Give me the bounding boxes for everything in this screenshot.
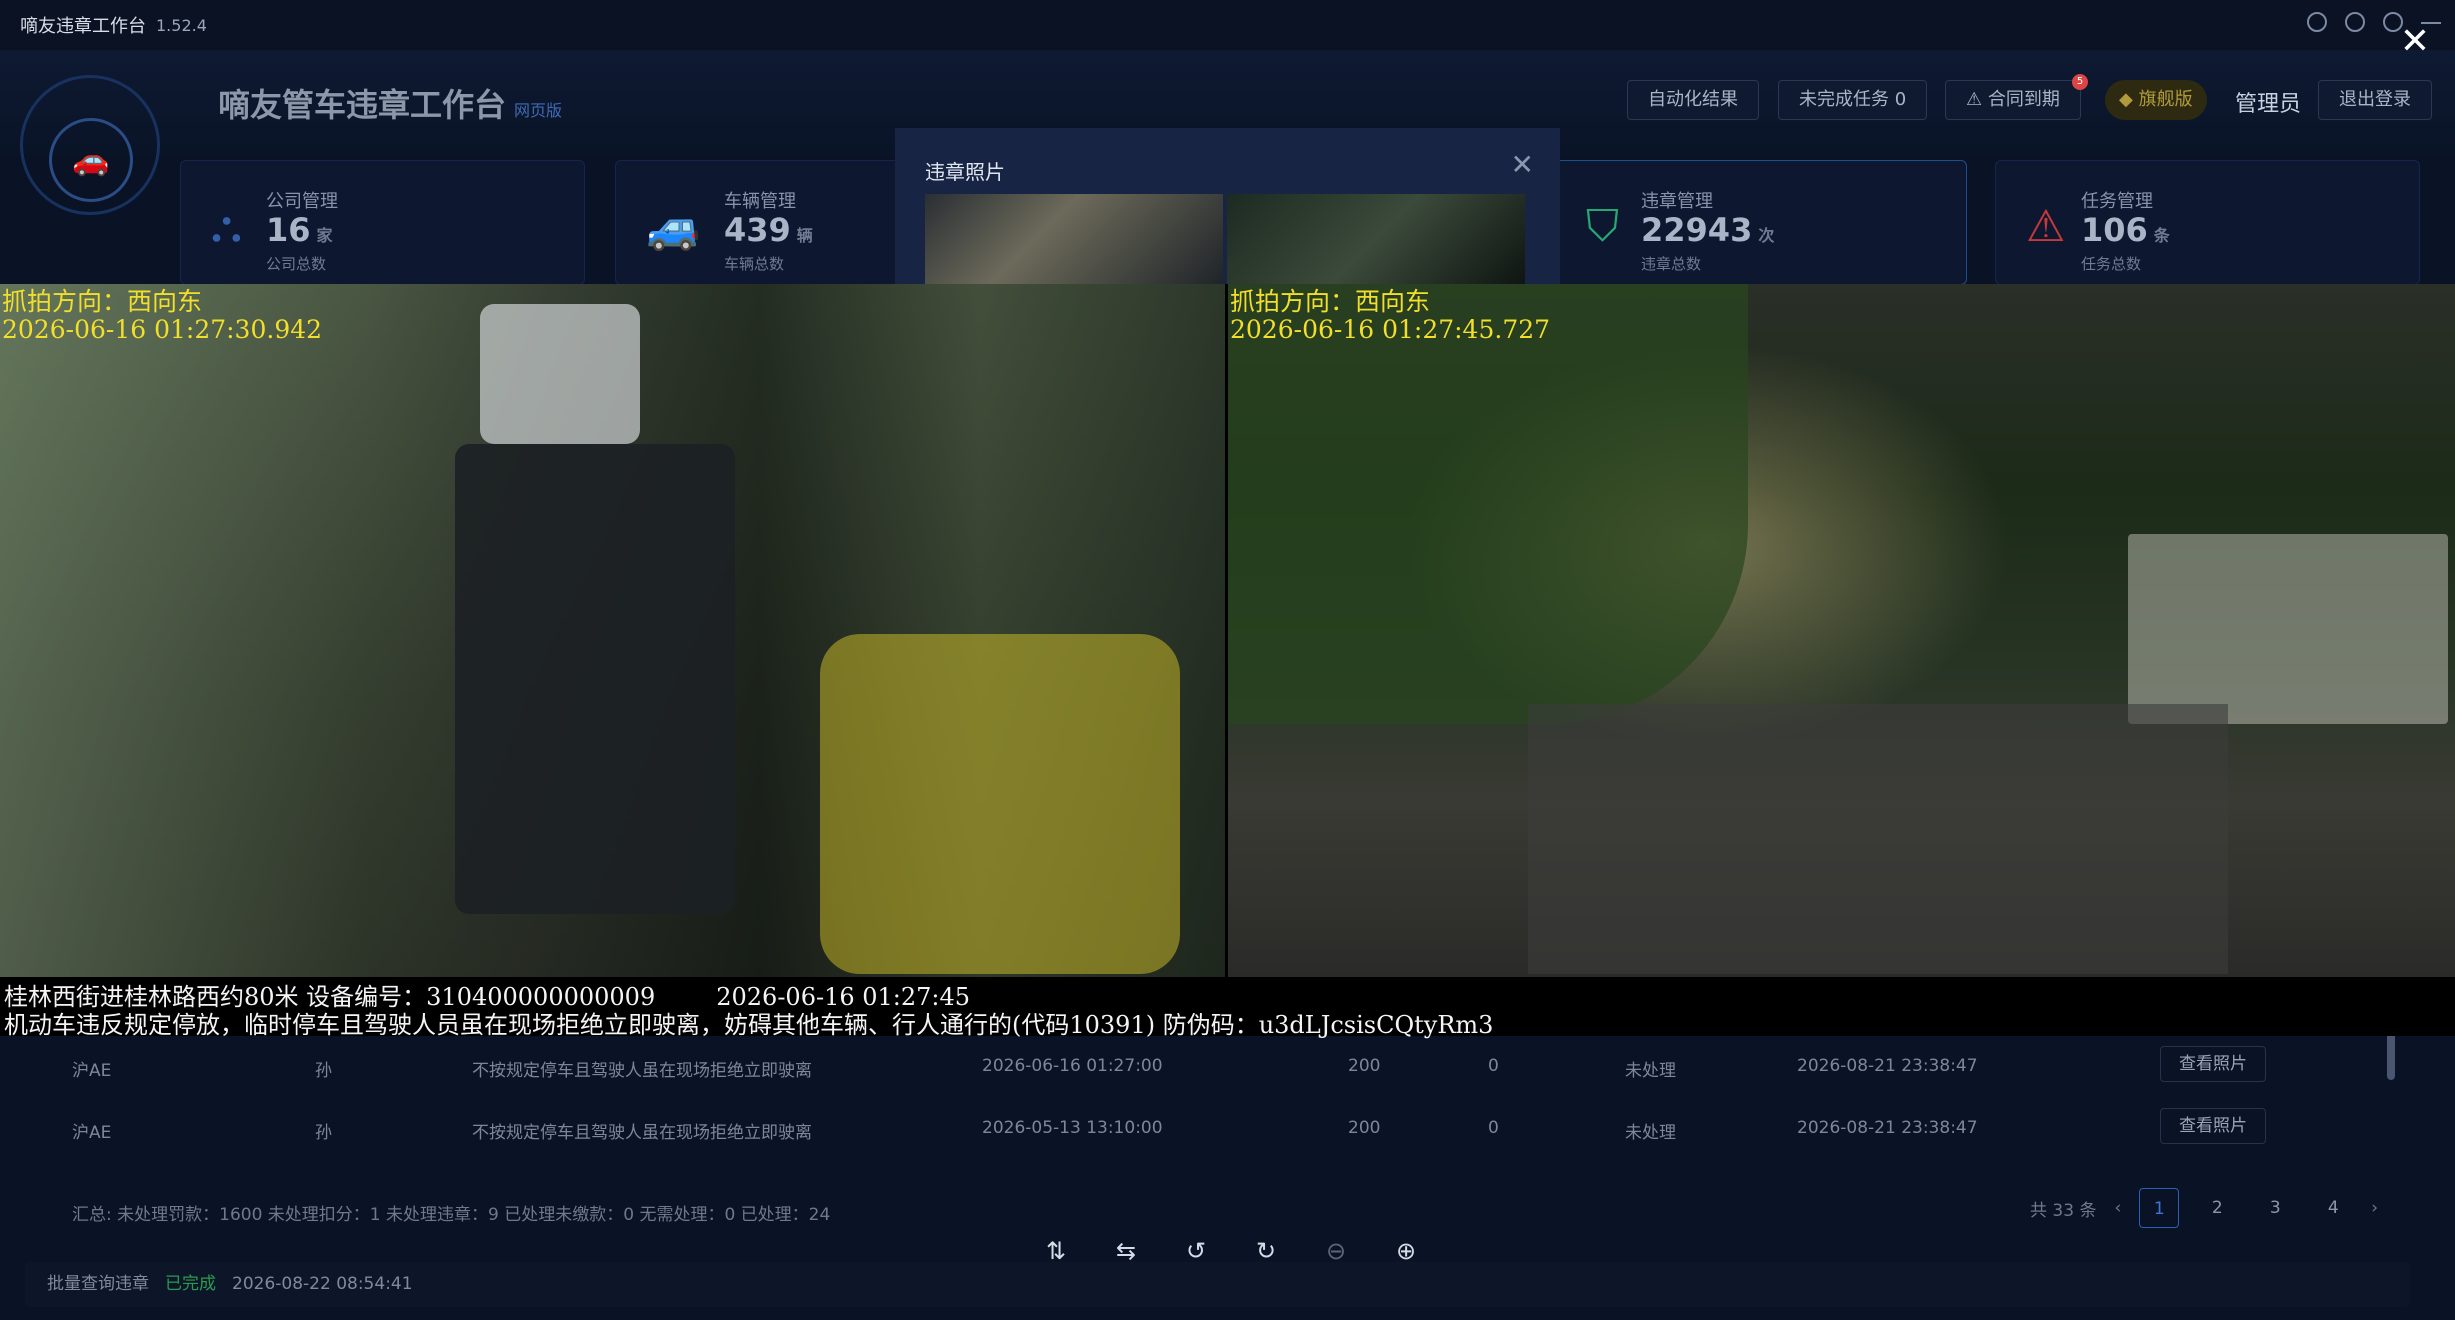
prev-page-icon[interactable]: ‹ <box>2114 1198 2121 1218</box>
page-2[interactable]: 2 <box>2197 1188 2237 1228</box>
shield-icon: ⛉ <box>1586 201 1619 252</box>
app-title: 嘀友违章工作台 <box>20 16 146 37</box>
capture-direction-left: 抓拍方向：西向东 <box>2 287 203 316</box>
automation-results-button[interactable]: 自动化结果 <box>1627 80 1759 120</box>
table-row: 沪AE 孙 不按规定停车且驾驶人虽在现场拒绝立即驶离 2026-06-16 01… <box>25 1036 2385 1096</box>
road-shape <box>1528 704 2228 974</box>
summary-line: 汇总: 未处理罚款：1600 未处理扣分：1 未处理违章：9 已处理未缴款：0 … <box>72 1205 831 1225</box>
unfinished-tasks-button[interactable]: 未完成任务 0 <box>1778 80 1928 120</box>
caption-location-line: 桂林西街进桂林路西约80米 设备编号：310400000000009 2026-… <box>4 983 971 1011</box>
capture-direction-right: 抓拍方向：西向东 <box>1230 287 1431 316</box>
page-1[interactable]: 1 <box>2139 1188 2180 1228</box>
view-photo-button[interactable]: 查看照片 <box>2160 1046 2266 1082</box>
capture-time-right: 2026-06-16 01:27:45.727 <box>1230 315 1551 344</box>
app-version: 1.52.4 <box>156 15 207 35</box>
dialog-title: 违章照片 <box>925 160 1005 184</box>
tree-shape <box>1228 284 1748 724</box>
task-status-bar: 批量查询违章 已完成 2026-08-22 08:54:41 <box>25 1262 2410 1307</box>
car-logo-icon: 🚗 <box>49 118 133 202</box>
view-photo-button[interactable]: 查看照片 <box>2160 1108 2266 1144</box>
page-3[interactable]: 3 <box>2255 1188 2295 1228</box>
photo-viewer: 抓拍方向：西向东 2026-06-16 01:27:30.942 抓拍方向：西向… <box>0 284 2455 1039</box>
task-time: 2026-08-22 08:54:41 <box>232 1274 413 1294</box>
task-name: 批量查询违章 <box>47 1274 149 1294</box>
photo-thumbnail[interactable] <box>1227 194 1525 284</box>
parked-car-shape <box>480 304 640 444</box>
zoom-out-icon[interactable]: ⊖ <box>1320 1235 1352 1267</box>
task-status: 已完成 <box>165 1274 216 1294</box>
violation-table: 沪AE 孙 不按规定停车且驾驶人虽在现场拒绝立即驶离 2026-06-16 01… <box>25 1036 2410 1171</box>
viewer-close-icon[interactable]: ✕ <box>2395 22 2435 62</box>
stat-card-company[interactable]: ⛬ 公司管理 16 家 公司总数 <box>180 160 585 285</box>
title-bar: 嘀友违章工作台 1.52.4 <box>0 0 2455 50</box>
next-page-icon[interactable]: › <box>2371 1198 2378 1218</box>
capture-time-left: 2026-06-16 01:27:30.942 <box>2 315 323 344</box>
violation-photo-left: 抓拍方向：西向东 2026-06-16 01:27:30.942 <box>0 284 1225 977</box>
bicycles-shape <box>820 634 1180 974</box>
violation-photo-dialog: 违章照片 ✕ <box>895 128 1560 288</box>
diamond-icon: ◆ <box>2119 89 2133 110</box>
app-window: 嘀友违章工作台 1.52.4 🚗 嘀友管车违章工作台 网页版 自动化结果 未完成任… <box>0 0 2455 1320</box>
page-title: 嘀友管车违章工作台 网页版 <box>218 86 563 124</box>
table-scrollbar[interactable] <box>2385 1030 2397 1170</box>
flip-horizontal-icon[interactable]: ⇆ <box>1110 1235 1142 1267</box>
page-4[interactable]: 4 <box>2313 1188 2353 1228</box>
web-badge: 网页版 <box>514 101 563 120</box>
flip-vertical-icon[interactable]: ⇅ <box>1040 1235 1072 1267</box>
parked-car-shape <box>455 444 735 914</box>
flagship-badge: ◆ 旗舰版 <box>2105 80 2207 120</box>
company-icon: ⛬ <box>211 201 242 252</box>
logo: 🚗 <box>20 75 160 215</box>
rotate-right-icon[interactable]: ↻ <box>1250 1235 1282 1267</box>
violation-photo-right: 抓拍方向：西向东 2026-06-16 01:27:45.727 <box>1228 284 2455 977</box>
alert-icon: ⚠ <box>1966 89 1988 110</box>
pagination: 共 33 条 ‹ 1 2 3 4 › <box>2030 1188 2378 1228</box>
admin-label[interactable]: 管理员 <box>2235 86 2301 118</box>
contract-badge: 5 <box>2072 74 2088 90</box>
total-count: 共 33 条 <box>2030 1200 2097 1221</box>
warning-icon: ⚠ <box>2026 201 2066 252</box>
table-row: 沪AE 孙 不按规定停车且驾驶人虽在现场拒绝立即驶离 2026-05-13 13… <box>25 1098 2385 1158</box>
photo-caption: 桂林西街进桂林路西约80米 设备编号：310400000000009 2026-… <box>0 977 2455 1039</box>
chat-icon[interactable] <box>2345 12 2365 32</box>
contract-expiry-button[interactable]: ⚠ 合同到期 <box>1945 80 2081 120</box>
rotate-left-icon[interactable]: ↺ <box>1180 1235 1212 1267</box>
photo-thumbnail[interactable] <box>925 194 1223 284</box>
dialog-close-icon[interactable]: ✕ <box>1511 148 1534 181</box>
stat-card-violation[interactable]: ⛉ 违章管理 22943 次 违章总数 <box>1555 160 1967 285</box>
cloud-icon[interactable] <box>2307 12 2327 32</box>
building-shape <box>2128 534 2448 724</box>
stat-card-task[interactable]: ⚠ 任务管理 106 条 任务总数 <box>1995 160 2420 285</box>
zoom-in-icon[interactable]: ⊕ <box>1390 1235 1422 1267</box>
car-icon: 🚙 <box>646 202 701 253</box>
logout-button[interactable]: 退出登录 <box>2318 80 2432 120</box>
caption-violation-line: 机动车违反规定停放，临时停车且驾驶人员虽在现场拒绝立即驶离，妨碍其他车辆、行人通… <box>4 1011 1494 1039</box>
viewer-toolbar: ⇅ ⇆ ↺ ↻ ⊖ ⊕ <box>1040 1235 1422 1267</box>
